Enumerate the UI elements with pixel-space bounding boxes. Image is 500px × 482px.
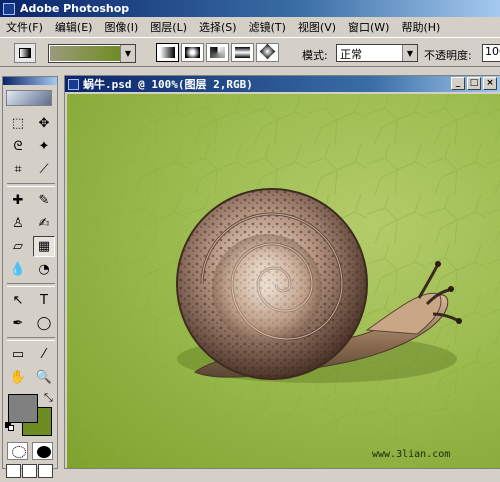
lasso-tool-icon[interactable]: ᘓ — [7, 136, 29, 157]
maximize-icon[interactable]: □ — [467, 77, 481, 90]
hand-tool-icon[interactable]: ✋ — [7, 367, 29, 388]
quick-mask-mode-icon[interactable] — [32, 442, 53, 460]
document-canvas[interactable]: www.3lian.com — [67, 94, 500, 468]
toolbox-separator — [7, 183, 55, 187]
document-title: 蜗牛.psd @ 100%(图层 2,RGB) — [83, 78, 253, 91]
blur-tool-icon[interactable]: 💧 — [7, 259, 29, 280]
reflected-gradient-icon[interactable] — [231, 43, 254, 62]
eyedropper-tool-icon[interactable]: ⁄ — [33, 344, 55, 365]
adobe-online-icon[interactable] — [6, 90, 52, 106]
gradient-preview — [50, 46, 122, 61]
options-bar: ▼ 模式: 正常 ▼ 不透明度: 100 — [0, 37, 500, 67]
history-brush-tool-icon[interactable]: ✍ — [33, 213, 55, 234]
menu-layer[interactable]: 图层(L) — [144, 19, 193, 35]
opacity-label: 不透明度: — [424, 49, 472, 62]
toolbox-separator — [7, 337, 55, 341]
menu-filter[interactable]: 滤镜(T) — [243, 19, 292, 35]
clone-stamp-tool-icon[interactable]: ♙ — [7, 213, 29, 234]
ellipse-tool-icon[interactable]: ◯ — [33, 313, 55, 334]
linear-gradient-icon[interactable] — [156, 43, 179, 62]
default-colors-icon[interactable] — [5, 422, 14, 431]
app-title: Adobe Photoshop — [20, 2, 130, 15]
toolbox-separator — [7, 283, 55, 287]
type-tool-icon[interactable]: T — [33, 290, 55, 311]
brush-tool-icon[interactable]: ✎ — [33, 190, 55, 211]
canvas-artwork — [67, 94, 500, 468]
swap-colors-icon[interactable]: ⤡ — [44, 391, 53, 405]
gradient-tool-icon[interactable]: ▦ — [33, 236, 55, 257]
toolbox-titlebar[interactable] — [3, 77, 57, 85]
document-titlebar[interactable]: 蜗牛.psd @ 100%(图层 2,RGB) _ □ × — [65, 76, 500, 92]
screen-mode-group — [3, 460, 57, 482]
chevron-down-icon[interactable]: ▼ — [402, 45, 417, 61]
toolbox: ⬚ ✥ ᘓ ✦ ⌗ ⟋ ✚ ✎ ♙ ✍ ▱ ▦ 💧 ◔ ↖ T ✒ ◯ ▭ ⁄ ✋ 🔍 ⤡ — [2, 76, 58, 478]
app-titlebar: Adobe Photoshop — [0, 0, 500, 17]
mode-select[interactable]: 正常 ▼ — [336, 44, 418, 62]
standard-mode-icon[interactable] — [7, 442, 28, 460]
healing-brush-tool-icon[interactable]: ✚ — [7, 190, 29, 211]
minimize-icon[interactable]: _ — [451, 77, 465, 90]
mode-label: 模式: — [302, 49, 328, 62]
document-window: 蜗牛.psd @ 100%(图层 2,RGB) _ □ × www.3lian.… — [64, 75, 500, 469]
crop-tool-icon[interactable]: ⌗ — [7, 159, 29, 180]
opacity-input[interactable]: 100 — [482, 44, 500, 62]
menu-view[interactable]: 视图(V) — [292, 19, 342, 35]
foreground-color-swatch[interactable] — [8, 394, 38, 423]
diamond-gradient-icon[interactable] — [256, 43, 279, 62]
slice-tool-icon[interactable]: ⟋ — [33, 159, 55, 180]
tool-grid: ⬚ ✥ ᘓ ✦ ⌗ ⟋ ✚ ✎ ♙ ✍ ▱ ▦ 💧 ◔ ↖ T ✒ ◯ ▭ ⁄ ✋ 🔍 — [3, 111, 57, 388]
notes-tool-icon[interactable]: ▭ — [7, 344, 29, 365]
gradient-type-group — [156, 43, 281, 62]
angle-gradient-icon[interactable] — [206, 43, 229, 62]
quick-mask-group — [3, 436, 57, 460]
menu-help[interactable]: 帮助(H) — [395, 19, 446, 35]
move-tool-icon[interactable]: ✥ — [33, 113, 55, 134]
menu-window[interactable]: 窗口(W) — [342, 19, 395, 35]
menu-edit[interactable]: 编辑(E) — [49, 19, 99, 35]
menu-file[interactable]: 文件(F) — [0, 19, 49, 35]
tool-preset-picker[interactable] — [14, 43, 36, 63]
menubar: 文件(F) 编辑(E) 图像(I) 图层(L) 选择(S) 滤镜(T) 视图(V… — [0, 17, 500, 36]
full-screen-menu-mode-icon[interactable] — [22, 464, 37, 478]
marquee-tool-icon[interactable]: ⬚ — [7, 113, 29, 134]
window-controls: _ □ × — [451, 77, 497, 90]
close-icon[interactable]: × — [483, 77, 497, 90]
path-selection-tool-icon[interactable]: ↖ — [7, 290, 29, 311]
pen-tool-icon[interactable]: ✒ — [7, 313, 29, 334]
eraser-tool-icon[interactable]: ▱ — [7, 236, 29, 257]
menu-image[interactable]: 图像(I) — [98, 19, 144, 35]
document-icon — [68, 78, 79, 90]
full-screen-mode-icon[interactable] — [38, 464, 53, 478]
watermark-text: www.3lian.com — [372, 449, 451, 460]
magic-wand-tool-icon[interactable]: ✦ — [33, 136, 55, 157]
color-swatches: ⤡ — [5, 391, 55, 436]
standard-screen-mode-icon[interactable] — [6, 464, 21, 478]
dodge-tool-icon[interactable]: ◔ — [33, 259, 55, 280]
chevron-down-icon[interactable]: ▼ — [120, 45, 135, 62]
gradient-tool-preset-icon — [19, 48, 31, 58]
gradient-picker[interactable]: ▼ — [48, 44, 136, 63]
zoom-tool-icon[interactable]: 🔍 — [33, 367, 55, 388]
menu-select[interactable]: 选择(S) — [193, 19, 243, 35]
radial-gradient-icon[interactable] — [181, 43, 204, 62]
photoshop-logo-icon — [3, 2, 15, 15]
mode-value: 正常 — [340, 48, 362, 61]
